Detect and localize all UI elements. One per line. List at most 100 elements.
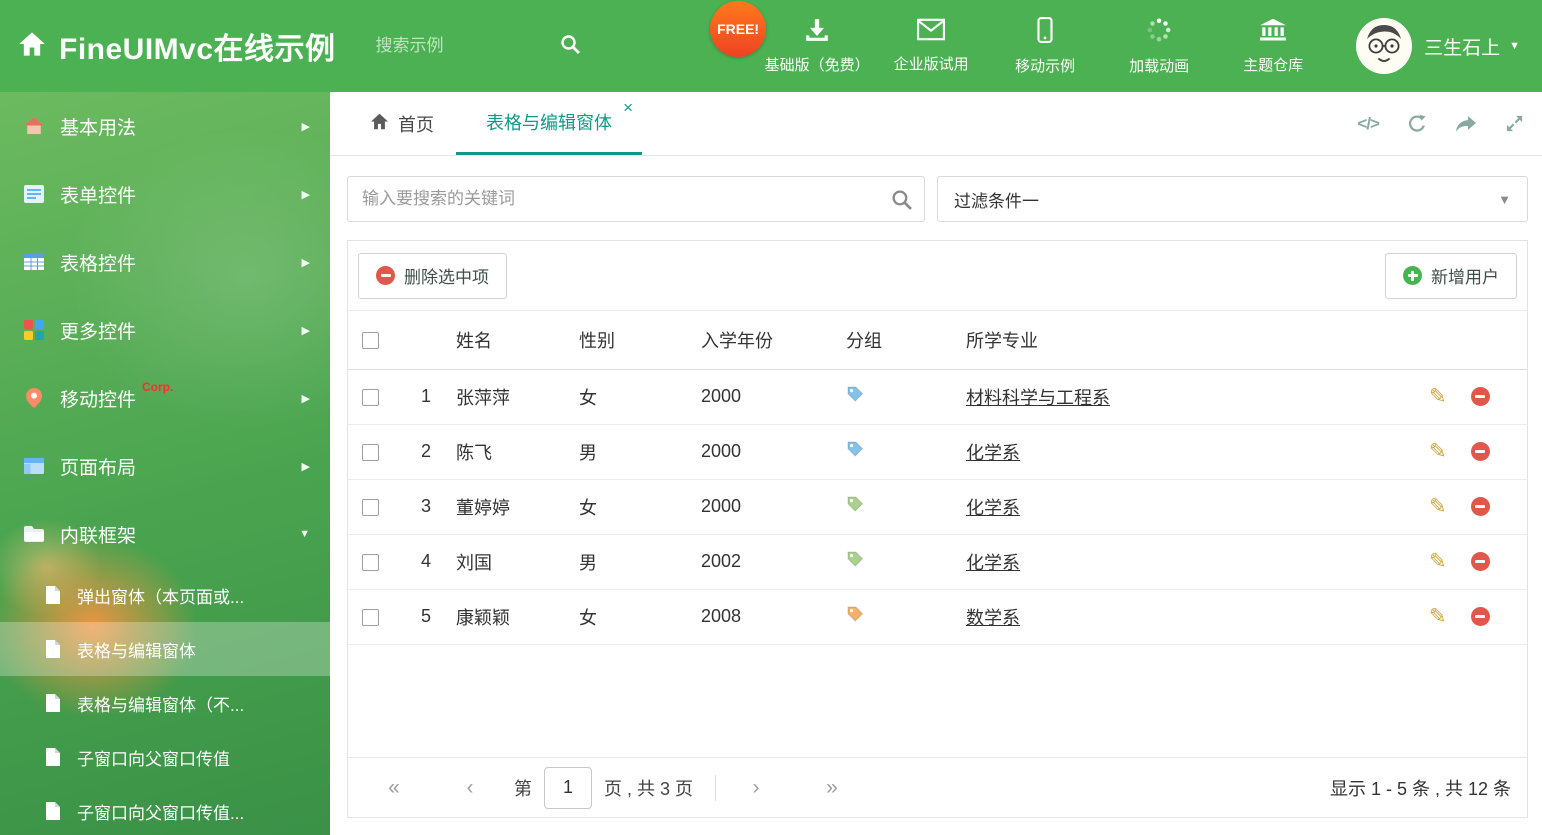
nav-item-basic-free[interactable]: FREE! 基础版（免费） (710, 0, 874, 75)
delete-selected-button[interactable]: 删除选中项 (358, 252, 507, 299)
layout-icon (22, 458, 46, 474)
grid-empty-space (348, 645, 1527, 758)
delete-row-icon[interactable] (1470, 497, 1490, 516)
sidebar-subitem-grid-edit-window[interactable]: 表格与编辑窗体 (0, 622, 330, 676)
keyword-search (347, 176, 925, 222)
page-number-input[interactable] (544, 766, 592, 809)
search-icon[interactable] (891, 189, 912, 215)
tag-icon (846, 495, 864, 513)
filter-dropdown[interactable]: 过滤条件一 ▼ (937, 176, 1528, 222)
delete-row-icon[interactable] (1470, 607, 1490, 626)
page-label-prefix: 第 (514, 778, 532, 799)
edit-icon[interactable]: ✎ (1429, 441, 1447, 462)
remove-circle-icon (376, 266, 395, 285)
major-link[interactable]: 化学系 (966, 498, 1020, 518)
row-checkbox[interactable] (362, 388, 379, 406)
sidebar-item-mobile-controls[interactable]: 移动控件 Corp. ▶ (0, 364, 330, 432)
chevron-right-icon: ▶ (301, 324, 310, 337)
keyword-search-input[interactable] (347, 176, 925, 222)
cell-name: 康颖颖 (456, 589, 579, 645)
download-icon (804, 18, 830, 47)
edit-icon[interactable]: ✎ (1429, 606, 1447, 627)
major-link[interactable]: 化学系 (966, 443, 1020, 463)
header-search (373, 30, 582, 62)
page-label-suffix: 页 , 共 3 页 (604, 778, 694, 799)
filter-row: 过滤条件一 ▼ (330, 156, 1542, 222)
form-icon (22, 185, 46, 203)
username: 三生石上 (1424, 37, 1501, 59)
sidebar-item-grid-controls[interactable]: 表格控件 ▶ (0, 228, 330, 296)
file-icon (46, 640, 64, 658)
grid-header-row: 姓名 性别 入学年份 分组 所学专业 (348, 311, 1527, 370)
col-name: 姓名 (456, 311, 579, 370)
nav-item-theme-repo[interactable]: 主题仓库 (1216, 17, 1330, 75)
free-badge: FREE! (710, 0, 767, 57)
house-icon (22, 117, 46, 135)
row-checkbox[interactable] (362, 553, 379, 571)
tab-bar: 首页 表格与编辑窗体 × </> (330, 92, 1542, 156)
table-row: 3 董婷婷 女 2000 化学系 ✎ (348, 479, 1527, 535)
sidebar-subitem-popup-window[interactable]: 弹出窗体（本页面或... (0, 568, 330, 622)
view-source-icon[interactable]: </> (1357, 114, 1380, 134)
tab-home[interactable]: 首页 (348, 92, 456, 155)
edit-icon[interactable]: ✎ (1429, 386, 1447, 407)
delete-row-icon[interactable] (1470, 552, 1490, 571)
refresh-icon[interactable] (1407, 114, 1427, 134)
edit-icon[interactable]: ✎ (1429, 496, 1447, 517)
table-row: 5 康颖颖 女 2008 数学系 ✎ (348, 589, 1527, 645)
add-user-button[interactable]: 新增用户 (1385, 252, 1517, 299)
header-search-input[interactable] (373, 30, 582, 62)
close-tab-icon[interactable]: × (623, 99, 633, 116)
major-link[interactable]: 数学系 (966, 608, 1020, 628)
chevron-right-icon: ▶ (301, 120, 310, 133)
delete-row-icon[interactable] (1470, 387, 1490, 406)
cell-gender: 女 (579, 369, 701, 425)
bank-icon (1259, 17, 1287, 47)
select-all-checkbox[interactable] (362, 332, 379, 349)
last-page-icon[interactable]: » (814, 776, 850, 800)
major-link[interactable]: 材料科学与工程系 (966, 388, 1110, 408)
file-icon (46, 802, 64, 820)
sidebar-item-form-controls[interactable]: 表单控件 ▶ (0, 160, 330, 228)
share-icon[interactable] (1455, 115, 1477, 133)
next-page-icon[interactable]: › (738, 776, 774, 800)
user-menu[interactable]: 三生石上 ▼ (1424, 33, 1520, 60)
pager-divider (715, 774, 717, 801)
brand[interactable]: FineUIMvc在线示例 (0, 24, 336, 68)
sidebar-item-page-layout[interactable]: 页面布局 ▶ (0, 432, 330, 500)
sidebar-subitem-child-to-parent-2[interactable]: 子窗口向父窗口传值... (0, 784, 330, 835)
header-nav: FREE! 基础版（免费） 企业版试用 移动示例 加载动画 主题仓库 (710, 0, 1330, 76)
nav-item-enterprise-trial[interactable]: 企业版试用 (874, 18, 988, 74)
sidebar-subitem-child-to-parent[interactable]: 子窗口向父窗口传值 (0, 730, 330, 784)
top-header: FineUIMvc在线示例 FREE! 基础版（免费） 企业版试用 移动示例 (0, 0, 1542, 92)
first-page-icon[interactable]: « (376, 776, 412, 800)
row-checkbox[interactable] (362, 608, 379, 626)
chevron-right-icon: ▶ (301, 256, 310, 269)
avatar[interactable] (1356, 18, 1413, 74)
nav-item-mobile-demo[interactable]: 移动示例 (988, 16, 1102, 76)
cell-gender: 女 (579, 479, 701, 535)
row-checkbox[interactable] (362, 443, 379, 461)
prev-page-icon[interactable]: ‹ (452, 776, 488, 800)
row-checkbox[interactable] (362, 498, 379, 516)
data-grid-panel: 删除选中项 新增用户 姓名 性别 入学年份 分组 所学专业 1 张萍萍 女 20… (347, 240, 1528, 818)
delete-row-icon[interactable] (1470, 442, 1490, 461)
fullscreen-icon[interactable] (1505, 114, 1524, 133)
sidebar-item-iframe[interactable]: 内联框架 ▼ (0, 500, 330, 568)
major-link[interactable]: 化学系 (966, 553, 1020, 573)
cell-name: 张萍萍 (456, 369, 579, 425)
cell-name: 董婷婷 (456, 479, 579, 535)
sidebar-item-more-controls[interactable]: 更多控件 ▶ (0, 296, 330, 364)
caret-down-icon: ▼ (1498, 191, 1511, 207)
tag-icon (846, 440, 864, 458)
tab-grid-edit-window[interactable]: 表格与编辑窗体 × (456, 92, 642, 155)
nav-item-loading-animation[interactable]: 加载动画 (1102, 17, 1216, 76)
search-icon[interactable] (560, 34, 580, 59)
table-icon (22, 254, 46, 270)
edit-icon[interactable]: ✎ (1429, 551, 1447, 572)
chevron-right-icon: ▶ (301, 188, 310, 201)
sidebar-subitem-grid-edit-window-2[interactable]: 表格与编辑窗体（不... (0, 676, 330, 730)
col-year: 入学年份 (701, 311, 846, 370)
cell-name: 陈飞 (456, 424, 579, 480)
sidebar-item-basic-usage[interactable]: 基本用法 ▶ (0, 92, 330, 160)
